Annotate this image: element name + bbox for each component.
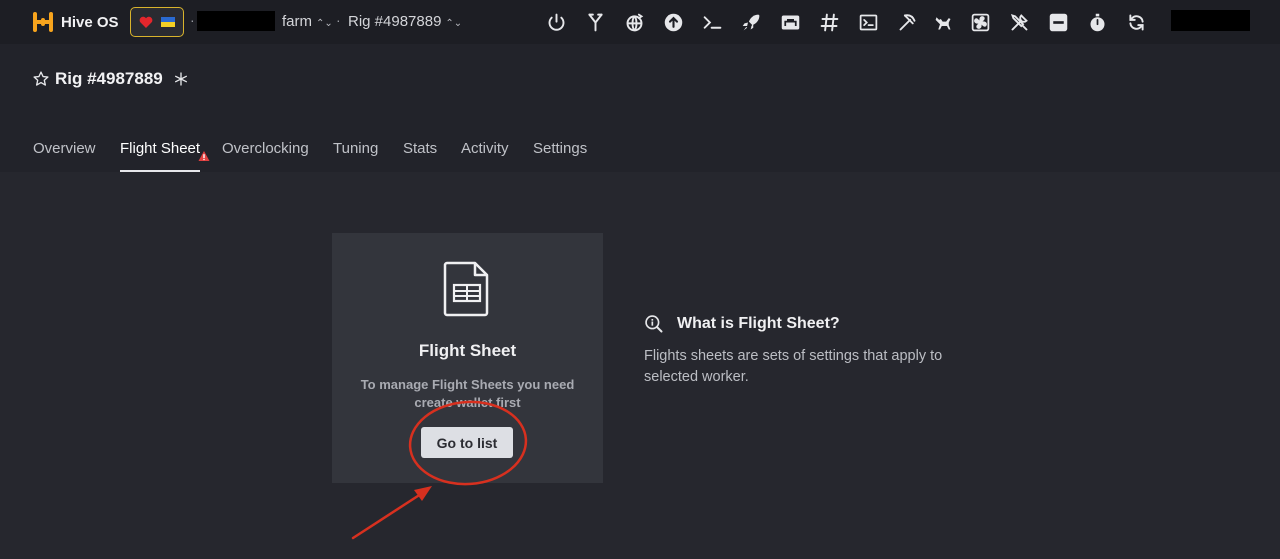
breadcrumb-separator: · [336,12,341,28]
warning-icon [198,151,210,161]
tab-overclocking[interactable]: Overclocking [222,140,309,172]
go-to-list-button[interactable]: Go to list [421,427,513,458]
console-box-icon[interactable] [857,11,879,33]
card-description: To manage Flight Sheets you need create … [360,377,575,410]
minus-box-icon[interactable] [1047,11,1069,33]
heart-icon [139,16,153,28]
refresh-icon[interactable] [1125,11,1147,33]
stopwatch-icon[interactable] [1086,11,1108,33]
search-info-icon [645,315,663,333]
star-icon[interactable] [32,70,50,88]
content-background [0,172,1280,559]
chevron-updown-icon: ⌃⌄ [445,18,463,29]
spreadsheet-document-icon [443,261,489,317]
chevron-updown-icon: ⌃⌄ [316,18,333,29]
brand-name: Hive OS [61,13,119,31]
breadcrumb-separator: · [190,12,195,28]
flight-sheet-info: What is Flight Sheet? Flights sheets are… [644,314,964,388]
page-title-row: Rig #4987889 [32,69,189,89]
info-title: What is Flight Sheet? [677,315,840,332]
power-icon[interactable] [545,11,567,33]
rocket-icon[interactable] [740,11,762,33]
support-ukraine-badge[interactable] [130,7,184,37]
top-navigation-bar: Hive OS · farm ⌃⌄ · Rig #4987889 ⌃⌄ [0,0,1280,44]
tab-activity[interactable]: Activity [461,140,509,172]
redacted-user-menu[interactable] [1171,10,1250,31]
upload-arrow-icon[interactable] [662,11,684,33]
tab-tuning[interactable]: Tuning [333,140,378,172]
fan-icon[interactable] [969,11,991,33]
terminal-prompt-icon[interactable] [701,11,723,33]
rig-selector[interactable]: Rig #4987889 ⌃⌄ [348,13,462,30]
watchdog-icon[interactable] [932,11,954,33]
tab-overview[interactable]: Overview [33,140,96,172]
tab-flight-sheet[interactable]: Flight Sheet [120,140,201,172]
tools-icon[interactable] [1008,11,1030,33]
pickaxe-icon[interactable] [896,11,918,33]
miner-status-icon[interactable] [173,71,189,87]
page-title: Rig #4987889 [55,69,163,88]
globe-refresh-icon[interactable] [623,11,645,33]
info-description: Flights sheets are sets of settings that… [644,348,943,385]
tab-stats[interactable]: Stats [403,140,437,172]
fork-icon[interactable] [584,11,606,33]
ukraine-flag-icon [161,17,175,27]
card-title: Flight Sheet [418,341,517,360]
rig-crumb-label: Rig #4987889 [348,13,442,30]
redacted-farm-name [197,11,275,31]
ethernet-icon[interactable] [779,11,801,33]
hive-logo-icon [33,12,53,32]
tab-settings[interactable]: Settings [533,140,587,172]
hash-icon[interactable] [818,11,840,33]
farm-selector[interactable]: farm ⌃⌄ [282,13,333,30]
hive-os-logo[interactable]: Hive OS [32,10,119,34]
flight-sheet-card: Flight Sheet To manage Flight Sheets you… [332,233,603,483]
farm-label: farm [282,13,312,30]
